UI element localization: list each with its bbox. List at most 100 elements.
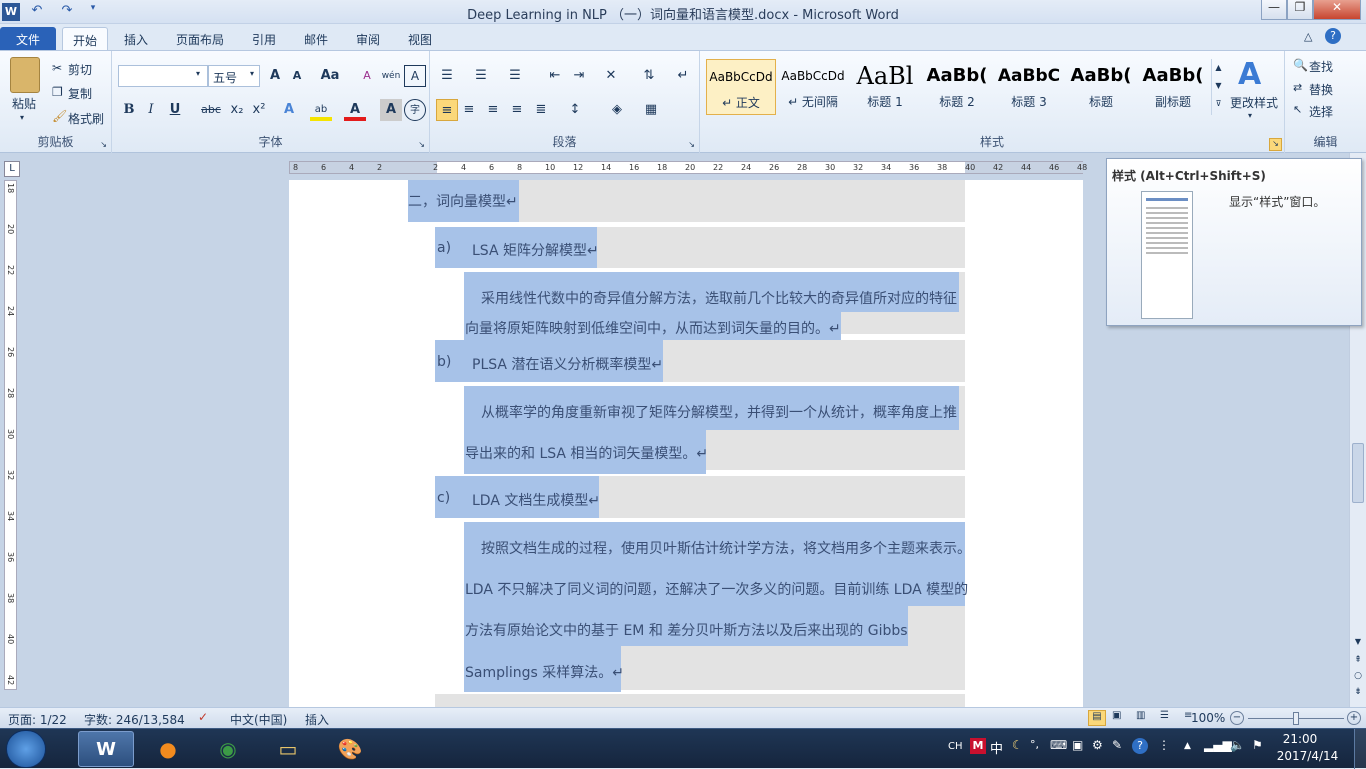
clipboard-launcher-icon[interactable]: ↘ — [100, 140, 107, 149]
network-icon[interactable]: ▂▄▆ — [1204, 738, 1232, 752]
show-hidden-icons[interactable]: ▲ — [1184, 741, 1191, 751]
styles-scroll[interactable]: ▲ ▼ ⊽ — [1211, 59, 1225, 115]
clear-formatting-icon[interactable]: A — [356, 65, 378, 87]
paragraph-shading-icon[interactable]: ◈ — [606, 99, 628, 121]
chinese-layout-icon[interactable]: ✕ — [600, 65, 622, 87]
minimize-button[interactable]: — — [1261, 0, 1287, 20]
ime-logo-icon[interactable]: M — [970, 738, 986, 754]
ime-halfwidth-icon[interactable]: ☾ — [1012, 738, 1023, 752]
format-painter-button[interactable]: 格式刷 — [68, 110, 104, 127]
justify-button[interactable]: ≡ — [506, 99, 528, 121]
minimize-ribbon-icon[interactable]: △ — [1304, 30, 1312, 43]
select-button[interactable]: 选择 — [1309, 103, 1333, 120]
subscript-button[interactable]: x₂ — [226, 99, 248, 121]
help-icon[interactable]: ? — [1325, 28, 1341, 44]
align-left-button[interactable]: ≡ — [436, 99, 458, 121]
increase-indent-icon[interactable]: ⇥ — [568, 65, 590, 87]
style-heading-3[interactable]: AaBbC 标题 3 — [994, 59, 1064, 115]
chrome-taskbar-icon[interactable]: ◉ — [200, 731, 256, 767]
paste-button[interactable]: 粘贴 — [12, 95, 36, 112]
zoom-in-icon[interactable]: + — [1347, 711, 1361, 725]
outline-view-icon[interactable]: ☰ — [1160, 710, 1169, 721]
firefox-taskbar-icon[interactable]: ● — [140, 731, 196, 767]
align-right-button[interactable]: ≡ — [482, 99, 504, 121]
insert-mode[interactable]: 插入 — [305, 711, 329, 728]
superscript-button[interactable]: x² — [248, 99, 270, 121]
ime-menu-icon[interactable]: ⋮ — [1158, 738, 1170, 752]
align-center-button[interactable]: ≡ — [458, 99, 480, 121]
previous-page-icon[interactable]: ⇞ — [1350, 655, 1366, 669]
line-spacing-icon[interactable]: ↕ — [564, 99, 586, 121]
horizontal-ruler[interactable]: 8 6 4 2 2 4 6 8 10 12 14 16 18 20 22 24 26 28 30 32 34 36 38 40… — [289, 161, 1087, 174]
cut-button[interactable]: 剪切 — [68, 61, 92, 78]
action-center-icon[interactable]: ⚑ — [1252, 738, 1263, 752]
word-count[interactable]: 字数: 246/13,584 — [84, 711, 185, 728]
paragraph-launcher-icon[interactable]: ↘ — [688, 140, 695, 149]
volume-icon[interactable]: 🔈 — [1230, 738, 1245, 752]
character-border-icon[interactable]: A — [404, 65, 426, 87]
phonetic-guide-icon[interactable]: wén — [380, 65, 402, 87]
bold-button[interactable]: B — [118, 99, 140, 121]
explorer-taskbar-icon[interactable]: ▭ — [260, 731, 316, 767]
language-indicator[interactable]: 中文(中国) — [230, 711, 287, 728]
font-launcher-icon[interactable]: ↘ — [418, 140, 425, 149]
ime-keyboard-icon[interactable]: ⌨ — [1050, 738, 1067, 752]
zoom-slider-thumb[interactable] — [1293, 712, 1299, 725]
start-button[interactable] — [6, 730, 46, 768]
show-marks-icon[interactable]: ↵ — [672, 65, 694, 87]
style-subtitle[interactable]: AaBb( 副标题 — [1138, 59, 1208, 115]
close-button[interactable]: ✕ — [1313, 0, 1361, 20]
paste-dropdown-icon[interactable]: ▾ — [20, 113, 24, 122]
paste-icon[interactable] — [10, 57, 40, 93]
clock-time[interactable]: 21:00 — [1270, 732, 1330, 746]
style-heading-1[interactable]: AaBl 标题 1 — [850, 59, 920, 115]
clock-date[interactable]: 2017/4/14 — [1270, 749, 1345, 763]
sort-icon[interactable]: ⇅ — [638, 65, 660, 87]
font-color-icon[interactable]: A — [344, 99, 366, 121]
change-styles-button[interactable]: 更改样式 — [1230, 94, 1278, 111]
tab-page-layout[interactable]: 页面布局 — [166, 27, 234, 51]
bullets-icon[interactable]: ☰ — [436, 65, 458, 87]
maximize-button[interactable]: ❐ — [1287, 0, 1313, 20]
tab-mailings[interactable]: 邮件 — [294, 27, 338, 51]
tab-selector-icon[interactable]: L — [4, 161, 20, 177]
styles-launcher-icon[interactable]: ↘ — [1269, 138, 1282, 151]
borders-icon[interactable]: ▦ — [640, 99, 662, 121]
font-name-combo[interactable] — [118, 65, 208, 87]
tab-review[interactable]: 审阅 — [346, 27, 390, 51]
character-shading-icon[interactable]: A — [380, 99, 402, 121]
style-heading-2[interactable]: AaBb( 标题 2 — [922, 59, 992, 115]
word-taskbar-icon[interactable]: W — [78, 731, 134, 767]
document-page[interactable]: 二，词向量模型↵ a) LSA 矩阵分解模型↵ 采用线性代数中的奇异值分解方法，… — [289, 180, 1083, 707]
show-desktop-button[interactable] — [1354, 729, 1366, 769]
enclose-characters-icon[interactable]: 字 — [404, 99, 426, 121]
style-no-spacing[interactable]: AaBbCcDd ↵ 无间隔 — [778, 59, 848, 115]
ime-help-icon[interactable]: ? — [1132, 738, 1148, 754]
tab-insert[interactable]: 插入 — [114, 27, 158, 51]
zoom-out-icon[interactable]: − — [1230, 711, 1244, 725]
ime-indicator[interactable]: CH — [948, 741, 963, 752]
font-name-dropdown-icon[interactable]: ▾ — [196, 69, 200, 78]
shrink-font-icon[interactable]: A — [286, 65, 308, 87]
tab-file[interactable]: 文件 — [0, 27, 56, 51]
proofing-icon[interactable]: ✓ — [198, 710, 208, 724]
italic-button[interactable]: I — [140, 99, 162, 121]
scrollbar-thumb[interactable] — [1352, 443, 1364, 503]
tab-view[interactable]: 视图 — [398, 27, 442, 51]
underline-button[interactable]: U — [164, 99, 186, 121]
change-case-icon[interactable]: Aa — [316, 65, 344, 87]
next-page-icon[interactable]: ⇟ — [1350, 687, 1366, 701]
multilevel-list-icon[interactable]: ☰ — [504, 65, 526, 87]
vertical-ruler[interactable]: 18 20 22 24 26 28 30 32 34 36 38 40 42 — [4, 180, 17, 690]
tab-references[interactable]: 引用 — [242, 27, 286, 51]
ime-tools-icon[interactable]: ⚙ — [1092, 738, 1103, 752]
print-layout-view-icon[interactable]: ▤ — [1088, 710, 1106, 726]
replace-button[interactable]: 替换 — [1309, 81, 1333, 98]
decrease-indent-icon[interactable]: ⇤ — [544, 65, 566, 87]
ime-chinese-mode-icon[interactable]: 中 — [990, 738, 1003, 757]
web-layout-view-icon[interactable]: ▥ — [1136, 710, 1145, 721]
ime-settings-icon[interactable]: ✎ — [1112, 738, 1122, 752]
grow-font-icon[interactable]: A — [264, 65, 286, 87]
style-normal[interactable]: AaBbCcDd ↵ 正文 — [706, 59, 776, 115]
highlight-color-icon[interactable]: ab — [310, 99, 332, 121]
